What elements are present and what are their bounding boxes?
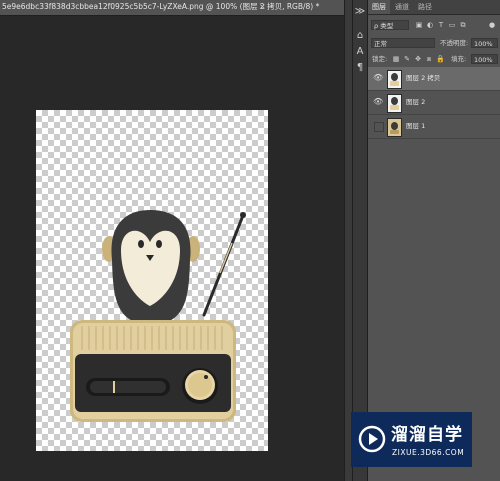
tab-channels[interactable]: 通道 bbox=[391, 0, 413, 14]
watermark-logo: 溜溜自学 ZIXUE.3D66.COM bbox=[351, 412, 472, 467]
layer-thumbnail bbox=[387, 94, 402, 113]
filter-smart-object-icon[interactable]: ⧉ bbox=[459, 21, 467, 30]
layers-panel: 图层 通道 路径 ρ 类型 ▣ ◐ T ▭ ⧉ ● 正常 不透明度: 100% … bbox=[367, 0, 500, 481]
panel-tabs: 图层 通道 路径 bbox=[368, 0, 500, 15]
filter-type-icon[interactable]: T bbox=[437, 21, 445, 30]
blend-mode-select[interactable]: 正常 bbox=[371, 38, 435, 48]
penguin-radio-illustration bbox=[70, 210, 246, 422]
document-tab[interactable]: 5e9e6dbc33f838d3cbbea12f0925c5b5c7-LyZXe… bbox=[0, 0, 344, 16]
fill-input[interactable]: 100% bbox=[471, 54, 498, 64]
layer-name[interactable]: 图层 1 bbox=[406, 121, 425, 132]
expand-panels-icon[interactable]: ≫ bbox=[354, 6, 366, 18]
play-logo-icon bbox=[358, 425, 386, 453]
visibility-eye-icon[interactable]: 👁 bbox=[373, 97, 383, 107]
lock-artboard-icon[interactable]: ⧈ bbox=[425, 55, 433, 64]
visibility-toggle-empty[interactable] bbox=[374, 122, 384, 132]
filter-toggle-icon[interactable]: ● bbox=[488, 21, 496, 30]
layer-row[interactable]: 👁 图层 2 bbox=[368, 91, 500, 115]
blend-row: 正常 不透明度: 100% bbox=[368, 36, 500, 51]
close-tab-icon[interactable]: × bbox=[259, 1, 266, 13]
layer-name[interactable]: 图层 2 bbox=[406, 97, 425, 108]
lock-row: 锁定: ▦ ✎ ✥ ⧈ 🔒 填充: 100% bbox=[368, 52, 500, 67]
transparent-artboard[interactable] bbox=[36, 110, 268, 451]
filter-adjustment-icon[interactable]: ◐ bbox=[426, 21, 434, 30]
lock-position-icon[interactable]: ✥ bbox=[414, 55, 422, 64]
layer-row[interactable]: 👁 图层 2 拷贝 bbox=[368, 67, 500, 91]
watermark-url: ZIXUE.3D66.COM bbox=[392, 448, 465, 457]
lock-transparent-icon[interactable]: ▦ bbox=[392, 55, 400, 64]
tab-paths[interactable]: 路径 bbox=[414, 0, 436, 14]
filter-kind-select[interactable]: ρ 类型 bbox=[371, 20, 409, 30]
lock-all-icon[interactable]: 🔒 bbox=[436, 55, 445, 64]
canvas-area[interactable] bbox=[0, 16, 344, 481]
collapsed-panel-strip: ≫ ⌂ A ¶ bbox=[352, 0, 367, 481]
layer-name[interactable]: 图层 2 拷贝 bbox=[406, 73, 440, 84]
layer-thumbnail bbox=[387, 118, 402, 137]
layer-thumbnail bbox=[387, 70, 402, 89]
fill-label: 填充: bbox=[451, 55, 467, 63]
paragraph-icon[interactable]: A bbox=[354, 46, 366, 58]
opacity-label: 不透明度: bbox=[440, 39, 469, 47]
filter-row: ρ 类型 ▣ ◐ T ▭ ⧉ ● bbox=[368, 18, 500, 33]
tab-layers[interactable]: 图层 bbox=[368, 0, 390, 14]
history-icon[interactable]: ⌂ bbox=[354, 30, 366, 42]
layer-row[interactable]: 图层 1 bbox=[368, 115, 500, 139]
document-title: 5e9e6dbc33f838d3cbbea12f0925c5b5c7-LyZXe… bbox=[2, 2, 320, 11]
filter-pixel-icon[interactable]: ▣ bbox=[415, 21, 423, 30]
filter-shape-icon[interactable]: ▭ bbox=[448, 21, 456, 30]
opacity-input[interactable]: 100% bbox=[471, 38, 498, 48]
lock-image-icon[interactable]: ✎ bbox=[403, 55, 411, 64]
character-icon[interactable]: ¶ bbox=[354, 62, 366, 74]
visibility-eye-icon[interactable]: 👁 bbox=[373, 73, 383, 83]
watermark-brand: 溜溜自学 bbox=[391, 425, 463, 445]
lock-label: 锁定: bbox=[372, 55, 388, 63]
